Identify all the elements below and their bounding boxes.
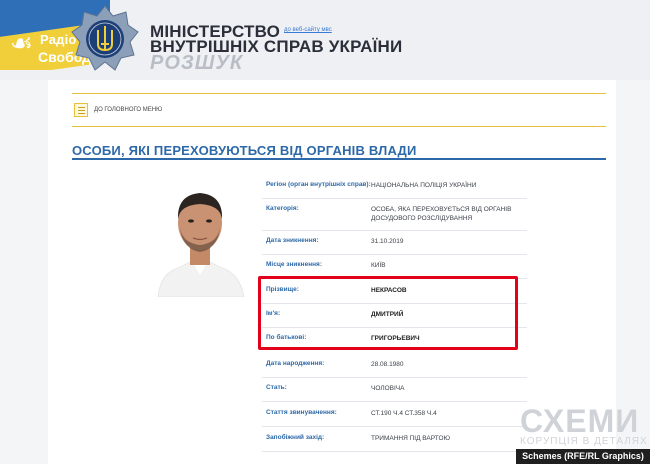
image-credit: Schemes (RFE/RL Graphics) [516,449,650,464]
row-disappearance-date: Дата зникнення: 31.10.2019 [262,231,527,255]
back-to-main-menu-link[interactable]: ДО ГОЛОВНОГО МЕНЮ [94,107,162,113]
row-label: Стать: [266,384,287,391]
page-title: ОСОБИ, ЯКІ ПЕРЕХОВУЮТЬСЯ ВІД ОРГАНІВ ВЛА… [72,143,417,158]
row-value: 28.08.1980 [371,361,404,368]
row-value: 31.10.2019 [371,238,404,245]
row-charge-article: Стаття звинувачення: СТ.190 Ч.4 СТ.358 Ч… [262,403,527,427]
suspect-photo [150,175,250,297]
row-value: ТРИМАННЯ ПІД ВАРТОЮ [371,435,451,442]
row-label: Категорія: [266,205,299,212]
section-name: РОЗШУК [150,52,244,74]
rfe-bird-icon: ☙ [10,28,34,58]
menu-list-icon[interactable] [74,103,88,117]
row-birth-date: Дата народження: 28.08.1980 [262,354,527,378]
row-label: Запобіжний захід: [266,434,325,441]
main-menu-bar: ДО ГОЛОВНОГО МЕНЮ [72,93,606,127]
row-value: ЧОЛОВІЧА [371,385,405,392]
row-region: Регіон (орган внутрішніх справ): НАЦІОНА… [262,175,527,199]
row-label: Стаття звинувачення: [266,409,337,416]
site-header: ☙ Радіо Свобода МІНІСТЕРСТВО ВНУТРІШНІХ … [0,0,650,80]
row-value: СТ.190 Ч.4 СТ.358 Ч.4 [371,410,437,417]
row-label: Дата народження: [266,360,325,367]
row-value: ОСОБА, ЯКА ПЕРЕХОВУЄТЬСЯ ВІД ОРГАНІВ ДОС… [371,206,512,222]
row-value: НАЦІОНАЛЬНА ПОЛІЦІЯ УКРАЇНИ [371,182,477,189]
row-value: КИЇВ [371,262,386,269]
title-divider [72,158,606,160]
row-label: Місце зникнення: [266,261,323,268]
row-category: Категорія: ОСОБА, ЯКА ПЕРЕХОВУЄТЬСЯ ВІД … [262,199,527,231]
name-highlight-box [258,276,518,350]
row-label: Дата зникнення: [266,237,319,244]
row-preventive-measure: Запобіжний захід: ТРИМАННЯ ПІД ВАРТОЮ [262,428,527,452]
row-sex: Стать: ЧОЛОВІЧА [262,378,527,402]
schemy-tagline: КОРУПЦІЯ В ДЕТАЛЯХ [520,436,648,447]
police-badge-icon [71,5,139,71]
schemy-watermark: СХЕМИ [520,403,640,439]
to-site-link[interactable]: до веб-сайту мвс [284,27,332,33]
row-label: Регіон (орган внутрішніх справ): [266,181,371,188]
